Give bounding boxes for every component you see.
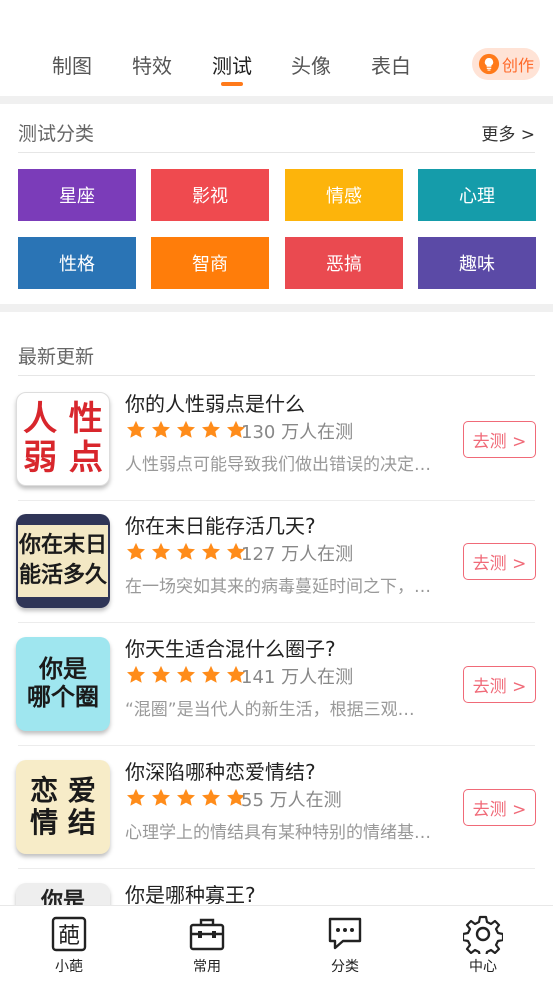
svg-text:葩: 葩 <box>58 924 80 949</box>
star-icon <box>177 665 195 683</box>
category-xinli[interactable]: 心理 <box>418 169 536 221</box>
category-xingzuo[interactable]: 星座 <box>18 169 136 221</box>
category-egao[interactable]: 恶搞 <box>285 237 403 289</box>
quiz-thumbnail: 恋 爱 情 结 <box>16 760 110 854</box>
star-icon <box>202 420 220 438</box>
rating-stars <box>125 541 247 563</box>
gear-icon <box>463 915 503 954</box>
star-icon <box>152 542 170 560</box>
create-button[interactable]: 创作 <box>472 48 540 80</box>
bottom-nav-fenlei[interactable]: 分类 <box>295 914 395 976</box>
chat-bubble-icon <box>328 917 362 950</box>
thumbnail-text-line: 弱 点 <box>23 438 103 478</box>
go-test-button[interactable]: 去测 > <box>463 543 536 580</box>
category-section-title: 测试分类 <box>18 123 95 145</box>
rating-stars <box>125 419 247 441</box>
quiz-description: 心理学上的情结具有某种特别的情绪基… <box>125 823 431 843</box>
tab-ceshi[interactable]: 测试 <box>212 50 252 79</box>
quiz-list-item[interactable]: 你在末日 能活多久 你在末日能存活几天? 127 万人在测 在一场突如其来的病毒… <box>0 500 553 623</box>
create-button-label: 创作 <box>501 56 534 75</box>
quiz-description: 人性弱点可能导致我们做出错误的决定… <box>125 455 431 475</box>
quiz-list-item[interactable]: 恋 爱 情 结 你深陷哪种恋爱情结? 55 万人在测 心理学上的情结具有某种特别… <box>0 746 553 869</box>
thumbnail-text-line: 你是 <box>39 655 87 684</box>
quiz-thumbnail: 你在末日 能活多久 <box>16 514 110 608</box>
bottom-nav-xiaopa[interactable]: 葩 小葩 <box>19 914 119 976</box>
category-qinggan[interactable]: 情感 <box>285 169 403 221</box>
tab-touxiang[interactable]: 头像 <box>291 50 331 79</box>
top-tab-bar: 制图 特效 测试 头像 表白 创作 <box>0 40 553 96</box>
star-icon <box>202 542 220 560</box>
participant-count: 141 万人在测 <box>241 667 354 688</box>
quiz-list-item[interactable]: 人 性 弱 点 你的人性弱点是什么 130 万人在测 人性弱点可能导致我们做出错… <box>0 378 553 501</box>
active-tab-indicator <box>221 82 243 86</box>
pa-char-icon: 葩 <box>51 916 87 952</box>
category-zhishang[interactable]: 智商 <box>151 237 269 289</box>
star-icon <box>202 788 220 806</box>
thumbnail-banner: 你在末日 能活多久 <box>18 525 108 597</box>
category-xingge[interactable]: 性格 <box>18 237 136 289</box>
go-test-button[interactable]: 去测 > <box>463 421 536 458</box>
bottom-nav-changyong[interactable]: 常用 <box>157 914 257 976</box>
thumbnail-text-line: 你在末日 <box>18 533 107 559</box>
star-icon <box>127 542 145 560</box>
toolbox-icon <box>189 918 225 951</box>
star-icon <box>152 420 170 438</box>
category-quwei[interactable]: 趣味 <box>418 237 536 289</box>
thumbnail-text-line: 哪个圈 <box>27 683 99 711</box>
tab-zhitu[interactable]: 制图 <box>52 50 92 79</box>
go-test-button[interactable]: 去测 > <box>463 666 536 703</box>
bottom-nav-label: 常用 <box>193 959 221 975</box>
app-screen: 制图 特效 测试 头像 表白 创作 测试分类 更多 > 星座 影视 情感 心理 … <box>0 0 553 983</box>
category-title-divider <box>18 152 535 153</box>
tab-biaobai[interactable]: 表白 <box>371 50 411 79</box>
quiz-description: 在一场突如其来的病毒蔓延时间之下，… <box>125 577 431 597</box>
quiz-title: 你是哪种寡王? <box>125 883 256 907</box>
quiz-title: 你在末日能存活几天? <box>125 514 316 538</box>
bottom-nav-label: 分类 <box>331 959 359 975</box>
star-icon <box>127 665 145 683</box>
lightbulb-icon <box>478 53 500 75</box>
participant-count: 55 万人在测 <box>241 790 342 811</box>
bottom-nav-zhongxin[interactable]: 中心 <box>433 914 533 976</box>
quiz-list-item[interactable]: 你是 哪个圈 你天生适合混什么圈子? 141 万人在测 “混圈”是当代人的新生活… <box>0 623 553 746</box>
thumbnail-text-line: 情 结 <box>30 806 96 839</box>
bottom-nav-bar: 葩 小葩 常用 分类 中心 <box>0 905 553 983</box>
star-icon <box>127 788 145 806</box>
star-icon <box>152 665 170 683</box>
star-icon <box>127 420 145 438</box>
star-icon <box>177 542 195 560</box>
quiz-title: 你深陷哪种恋爱情结? <box>125 760 316 784</box>
section-divider <box>0 96 553 104</box>
participant-count: 127 万人在测 <box>241 544 354 565</box>
quiz-title: 你的人性弱点是什么 <box>125 392 305 416</box>
star-icon <box>177 788 195 806</box>
quiz-thumbnail: 人 性 弱 点 <box>16 392 110 486</box>
quiz-title: 你天生适合混什么圈子? <box>125 637 336 661</box>
star-icon <box>177 420 195 438</box>
thumbnail-text-line: 人 性 <box>23 398 103 439</box>
quiz-thumbnail: 你是 哪个圈 <box>16 637 110 731</box>
star-icon <box>152 788 170 806</box>
quiz-description: “混圈”是当代人的新生活，根据三观… <box>125 700 415 720</box>
rating-stars <box>125 787 247 809</box>
bottom-nav-label: 中心 <box>469 959 497 975</box>
go-test-button[interactable]: 去测 > <box>463 789 536 826</box>
section-divider <box>0 304 553 312</box>
participant-count: 130 万人在测 <box>241 422 354 443</box>
latest-section-title: 最新更新 <box>18 346 95 368</box>
more-link[interactable]: 更多 > <box>481 120 535 145</box>
bottom-nav-label: 小葩 <box>55 959 83 975</box>
thumbnail-text-line: 恋 爱 <box>30 773 96 807</box>
thumbnail-text-line: 能活多久 <box>18 563 107 588</box>
star-icon <box>202 665 220 683</box>
category-yingshi[interactable]: 影视 <box>151 169 269 221</box>
tab-texiao[interactable]: 特效 <box>132 50 172 79</box>
rating-stars <box>125 664 247 686</box>
latest-title-divider <box>18 375 535 376</box>
